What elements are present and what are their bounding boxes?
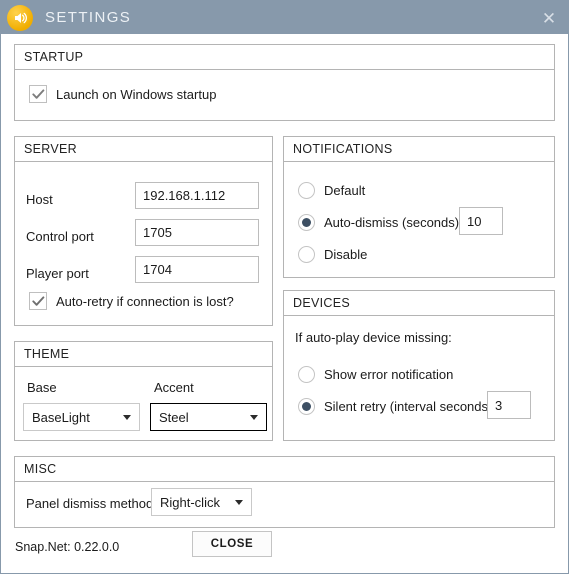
auto-retry-checkbox-row[interactable]: Auto-retry if connection is lost? (29, 292, 234, 310)
control-port-input[interactable]: 1705 (135, 219, 259, 246)
devices-description: If auto-play device missing: (295, 330, 452, 345)
silent-retry-interval-input[interactable]: 3 (487, 391, 531, 419)
auto-dismiss-seconds-input[interactable]: 10 (459, 207, 503, 235)
server-header: SERVER (15, 137, 272, 162)
settings-content: STARTUP Launch on Windows startup SERVER… (1, 34, 568, 573)
radio-silent-retry[interactable] (298, 398, 315, 415)
startup-body: Launch on Windows startup (15, 70, 554, 120)
notifications-header: NOTIFICATIONS (284, 137, 554, 162)
player-port-label: Player port (26, 266, 89, 281)
radio-auto-dismiss[interactable] (298, 214, 315, 231)
auto-retry-label: Auto-retry if connection is lost? (56, 293, 234, 309)
devices-header: DEVICES (284, 291, 554, 316)
base-theme-value: BaseLight (32, 409, 90, 425)
server-group: SERVER Host 192.168.1.112 Control port 1… (14, 136, 273, 326)
check-icon (31, 295, 44, 306)
misc-group: MISC Panel dismiss method Right-click (14, 456, 555, 528)
accent-theme-select[interactable]: Steel (150, 403, 267, 431)
notification-option-auto-dismiss[interactable]: Auto-dismiss (seconds): (298, 214, 463, 231)
chevron-down-icon (250, 414, 258, 420)
accent-label: Accent (154, 380, 194, 395)
misc-body: Panel dismiss method Right-click (15, 482, 554, 527)
server-body: Host 192.168.1.112 Control port 1705 Pla… (15, 162, 272, 325)
accent-theme-value: Steel (159, 409, 189, 425)
control-port-label: Control port (26, 229, 94, 244)
theme-header: THEME (15, 342, 272, 367)
host-input[interactable]: 192.168.1.112 (135, 182, 259, 209)
device-option-silent-retry[interactable]: Silent retry (interval seconds) (298, 398, 492, 415)
misc-header: MISC (15, 457, 554, 482)
chevron-down-icon (235, 499, 243, 505)
device-show-error-label: Show error notification (324, 367, 454, 382)
base-theme-select[interactable]: BaseLight (23, 403, 140, 431)
notification-option-disable[interactable]: Disable (298, 246, 367, 263)
theme-group: THEME Base BaseLight Accent Steel (14, 341, 273, 441)
notifications-body: Default Auto-dismiss (seconds): 10 Disab… (284, 162, 554, 277)
startup-header: STARTUP (15, 45, 554, 70)
radio-disable[interactable] (298, 246, 315, 263)
check-icon (31, 88, 44, 99)
notification-default-label: Default (324, 183, 366, 198)
launch-on-startup-label: Launch on Windows startup (56, 86, 217, 102)
notification-disable-label: Disable (324, 247, 368, 262)
chevron-down-icon (123, 414, 131, 420)
device-option-show-error[interactable]: Show error notification (298, 366, 453, 383)
panel-dismiss-method-select[interactable]: Right-click (151, 488, 252, 516)
launch-on-startup-checkbox-row[interactable]: Launch on Windows startup (29, 85, 216, 103)
devices-body: If auto-play device missing: Show error … (284, 316, 554, 440)
notification-auto-dismiss-label: Auto-dismiss (seconds): (324, 215, 463, 230)
panel-dismiss-method-label: Panel dismiss method (26, 496, 154, 511)
devices-group: DEVICES If auto-play device missing: Sho… (283, 290, 555, 441)
footer: Snap.Net: 0.22.0.0 CLOSE (1, 529, 568, 573)
speaker-icon (7, 4, 33, 31)
settings-window: SETTINGS ✕ STARTUP Launch on Windows sta… (0, 0, 569, 574)
launch-on-startup-checkbox[interactable] (29, 85, 47, 103)
player-port-input[interactable]: 1704 (135, 256, 259, 283)
window-title: SETTINGS (45, 9, 132, 26)
panel-dismiss-method-value: Right-click (160, 494, 220, 510)
notifications-group: NOTIFICATIONS Default Auto-dismiss (seco… (283, 136, 555, 278)
theme-body: Base BaseLight Accent Steel (15, 367, 272, 440)
radio-show-error-notification[interactable] (298, 366, 315, 383)
close-icon[interactable]: ✕ (538, 7, 560, 29)
title-bar: SETTINGS ✕ (1, 1, 568, 34)
startup-group: STARTUP Launch on Windows startup (14, 44, 555, 121)
notification-option-default[interactable]: Default (298, 182, 365, 199)
version-label: Snap.Net: 0.22.0.0 (15, 540, 120, 554)
base-label: Base (27, 380, 57, 395)
radio-default[interactable] (298, 182, 315, 199)
device-silent-retry-label: Silent retry (interval seconds) (324, 399, 493, 414)
auto-retry-checkbox[interactable] (29, 292, 47, 310)
close-button[interactable]: CLOSE (192, 531, 272, 557)
host-label: Host (26, 192, 53, 207)
